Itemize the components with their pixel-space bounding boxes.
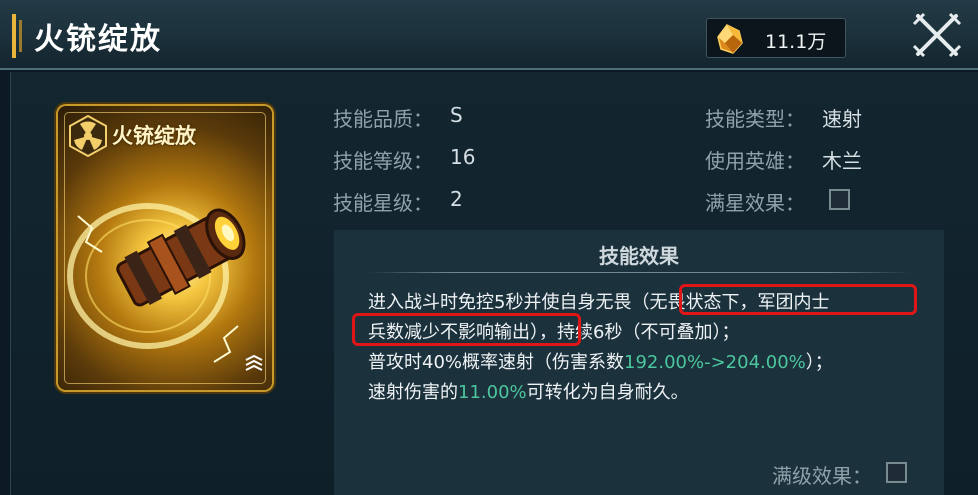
effect-text: ）； <box>805 352 833 373</box>
rank-chevrons-icon <box>245 354 263 371</box>
effect-line-4: 速射伤害的11.00%可转化为自身耐久。 <box>368 378 689 404</box>
full-level-checkbox[interactable] <box>886 462 907 483</box>
golden-cannon-barrel-art <box>67 203 246 363</box>
page-title: 火铳绽放 <box>34 22 162 57</box>
annotation-highlight-box <box>352 313 581 346</box>
hero-value: 木兰 <box>822 149 862 173</box>
skill-effect-box: 技能效果 进入战斗时免控5秒并使自身无畏（无畏状态下，军团内士 兵数减少不影响输… <box>334 230 944 495</box>
effect-title: 技能效果 <box>599 244 679 268</box>
hexagon-radiation-emblem-icon <box>69 114 107 158</box>
effect-divider <box>368 272 910 273</box>
annotation-highlight-box <box>679 284 917 315</box>
title-accent-bar <box>12 14 24 58</box>
currency-display: 11.1万 <box>706 18 846 58</box>
effect-text: 速射伤害的 <box>368 382 458 403</box>
card-title: 火铳绽放 <box>112 123 196 148</box>
skill-card: 火铳绽放 <box>58 106 272 390</box>
level-value: 16 <box>450 145 476 169</box>
effect-text: 进入战斗时免控5秒并使自身无畏 <box>368 292 632 313</box>
effect-line-3: 普攻时40%概率速射（伤害系数192.00%->204.00%）； <box>368 348 833 374</box>
full-level-label: 满级效果： <box>772 464 872 488</box>
full-star-label: 满星效果： <box>705 191 805 215</box>
full-star-checkbox[interactable] <box>829 189 850 210</box>
type-value: 速射 <box>822 107 862 131</box>
effect-text: 普攻时40%概率速射（伤害系数 <box>368 352 625 373</box>
star-value: 2 <box>450 187 463 211</box>
close-button[interactable] <box>908 8 966 62</box>
quality-label: 技能品质： <box>333 107 433 131</box>
amber-crystal-icon <box>717 24 743 54</box>
crossed-swords-close-icon <box>912 12 962 58</box>
level-label: 技能等级： <box>333 149 433 173</box>
quality-value: S <box>450 103 463 127</box>
star-label: 技能星级： <box>333 191 433 215</box>
damage-coefficient-value: 192.00%->204.00% <box>624 352 806 373</box>
effect-text: 可转化为自身耐久。 <box>526 382 689 403</box>
type-label: 技能类型： <box>705 107 805 131</box>
conversion-rate-value: 11.00% <box>458 382 527 403</box>
header-bar: 火铳绽放 11.1万 <box>0 0 978 70</box>
currency-amount: 11.1万 <box>765 31 827 53</box>
hero-label: 使用英雄： <box>705 149 805 173</box>
